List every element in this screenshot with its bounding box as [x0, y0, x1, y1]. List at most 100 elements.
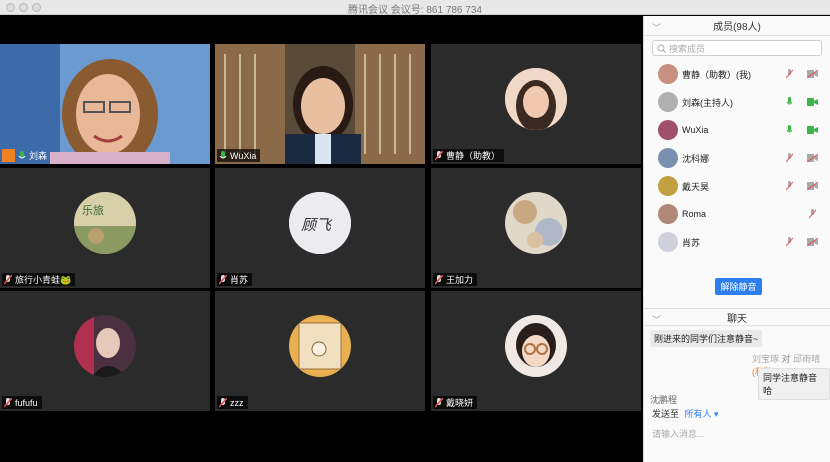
member-search-input[interactable]: 搜索成员	[652, 40, 822, 56]
tile-namebar: fufufu	[2, 396, 42, 409]
send-to-dropdown[interactable]: 所有人 ▾	[685, 409, 719, 419]
video-grid: 刘森 WuXia 曹静（助教） 乐旅 旅行小青蛙🐸 顾飞 肖苏 王加力 fufu…	[0, 16, 643, 462]
tile-namebar: 曹静（助教）	[433, 149, 505, 162]
member-name: WuXia	[682, 125, 709, 135]
chat-header: ﹀ 聊天	[644, 308, 830, 326]
avatar	[658, 120, 678, 140]
participant-name: 旅行小青蛙🐸	[15, 275, 72, 285]
participant-name: 曹静（助教）	[446, 151, 501, 161]
member-name: 曹静（助教）(我)	[682, 69, 751, 80]
mic-on-icon[interactable]	[786, 97, 793, 107]
host-icon	[2, 149, 15, 162]
tile-namebar: 肖苏	[217, 273, 253, 286]
mic-off-icon	[435, 150, 443, 160]
tile-namebar: 旅行小青蛙🐸	[2, 273, 76, 286]
video-tile-9[interactable]: 戴晓妍	[431, 291, 641, 411]
mic-muted-icon[interactable]	[786, 69, 793, 79]
participant-video	[215, 44, 425, 164]
member-row[interactable]: 肖苏	[644, 228, 830, 256]
side-panel: ﹀ 成员(98人) 搜索成员 曹静（助教）(我) 刘森(主持人) WuXia 沈…	[643, 16, 830, 462]
avatar	[658, 232, 678, 252]
chat-sender-name: 沈鹏程	[650, 395, 678, 405]
participant-name: 王加力	[446, 275, 474, 285]
svg-text:顾飞: 顾飞	[301, 217, 333, 234]
video-tile-6[interactable]: 王加力	[431, 168, 641, 288]
member-name: 刘森(主持人)	[682, 97, 733, 108]
avatar	[658, 148, 678, 168]
participant-name: 戴晓妍	[446, 398, 474, 408]
avatar	[658, 64, 678, 84]
participant-avatar: 顾飞	[289, 192, 351, 254]
avatar	[658, 176, 678, 196]
camera-off-icon[interactable]	[807, 154, 818, 162]
svg-text:乐旅: 乐旅	[82, 203, 104, 217]
tile-namebar: 刘森	[0, 149, 51, 162]
mic-off-icon	[4, 274, 12, 284]
participant-video	[0, 44, 210, 164]
member-name: 肖苏	[682, 237, 701, 248]
mic-muted-icon[interactable]	[809, 209, 816, 219]
mic-off-icon	[435, 397, 443, 407]
member-row[interactable]: WuXia	[644, 116, 830, 144]
unmute-all-button[interactable]: 解除静音	[715, 278, 762, 295]
mic-on-icon[interactable]	[786, 125, 793, 135]
search-placeholder: 搜索成员	[669, 43, 706, 54]
participant-name: fufufu	[15, 397, 38, 408]
camera-off-icon[interactable]	[807, 182, 818, 190]
participant-name: zzz	[230, 397, 244, 408]
participant-name: WuXia	[230, 150, 257, 161]
mic-muted-icon[interactable]	[786, 153, 793, 163]
message-recipient: 邱雨晴	[793, 354, 821, 364]
message-sender: 刘宝琢	[752, 354, 780, 364]
member-name: 沈科娜	[682, 153, 710, 164]
search-icon	[657, 44, 666, 53]
member-row[interactable]: 刘森(主持人)	[644, 88, 830, 116]
window-title: 腾讯会议 会议号: 861 786 734	[348, 5, 482, 16]
tile-namebar: zzz	[217, 396, 248, 409]
top-strip	[0, 16, 643, 44]
tile-namebar: 戴晓妍	[433, 396, 478, 409]
avatar	[658, 204, 678, 224]
collapse-members-chevron-icon[interactable]: ﹀	[652, 21, 661, 34]
participant-avatar	[289, 315, 351, 377]
participant-avatar: 乐旅	[74, 192, 136, 254]
participant-avatar	[74, 315, 136, 377]
mic-on-icon	[18, 150, 26, 158]
send-to-label: 发送至	[652, 409, 680, 419]
mic-off-icon	[219, 397, 227, 407]
video-tile-2[interactable]: WuXia	[215, 44, 425, 164]
camera-on-icon[interactable]	[807, 98, 818, 106]
participant-name: 肖苏	[230, 275, 249, 285]
member-row[interactable]: Roma	[644, 200, 830, 228]
chat-message: 同学注意静音哈	[758, 368, 830, 400]
members-header: ﹀ 成员(98人)	[644, 16, 830, 36]
video-tile-8[interactable]: zzz	[215, 291, 425, 411]
video-tile-4[interactable]: 乐旅 旅行小青蛙🐸	[0, 168, 210, 288]
participant-name: 刘森	[29, 151, 48, 161]
mic-muted-icon[interactable]	[786, 181, 793, 191]
member-name: Roma	[682, 209, 707, 219]
camera-off-icon[interactable]	[807, 238, 818, 246]
member-row[interactable]: 戴天昊	[644, 172, 830, 200]
member-row[interactable]: 曹静（助教）(我)	[644, 60, 830, 88]
tile-namebar: 王加力	[433, 273, 478, 286]
participant-avatar	[505, 68, 567, 130]
participant-avatar	[505, 315, 567, 377]
video-tile-1[interactable]: 刘森	[0, 44, 210, 164]
mic-muted-icon[interactable]	[786, 237, 793, 247]
member-list: 曹静（助教）(我) 刘森(主持人) WuXia 沈科娜 戴天昊 Roma 肖苏	[644, 60, 830, 256]
mic-on-icon	[219, 150, 227, 158]
chat-input[interactable]: 请输入消息...	[652, 427, 705, 440]
video-tile-3[interactable]: 曹静（助教）	[431, 44, 641, 164]
collapse-chat-chevron-icon[interactable]: ﹀	[652, 313, 661, 326]
video-tile-7[interactable]: fufufu	[0, 291, 210, 411]
camera-off-icon[interactable]	[807, 70, 818, 78]
video-tile-5[interactable]: 顾飞 肖苏	[215, 168, 425, 288]
participant-avatar	[505, 192, 567, 254]
member-name: 戴天昊	[682, 181, 710, 192]
mic-off-icon	[219, 274, 227, 284]
member-row[interactable]: 沈科娜	[644, 144, 830, 172]
chat-title: 聊天	[727, 313, 747, 325]
send-to-row: 发送至 所有人 ▾	[652, 407, 719, 420]
camera-on-icon[interactable]	[807, 126, 818, 134]
